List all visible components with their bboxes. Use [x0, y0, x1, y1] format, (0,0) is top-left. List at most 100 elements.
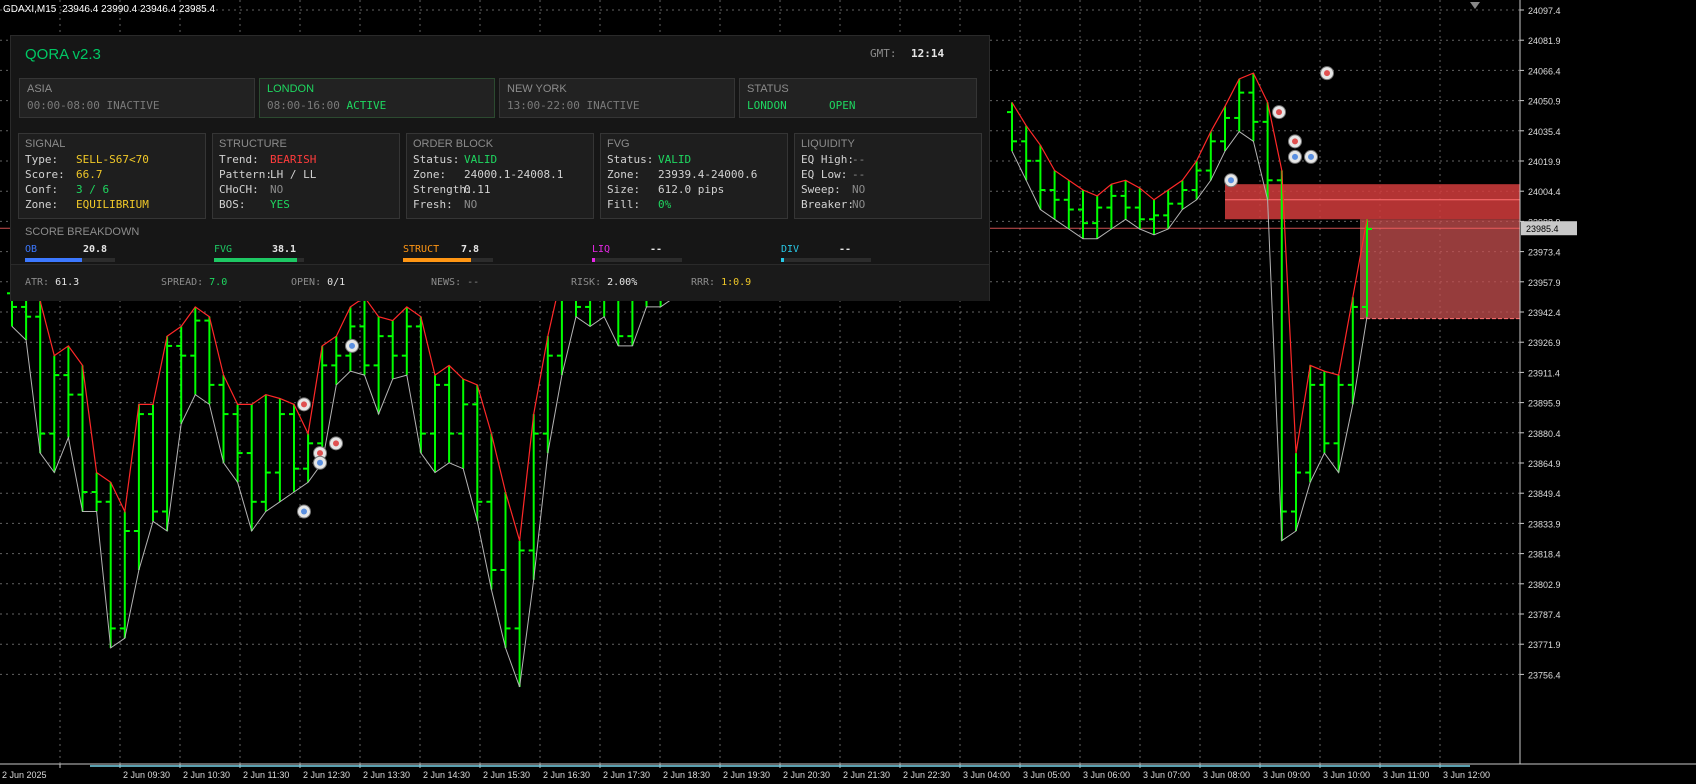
price-tick-label: 23802.9 — [1528, 580, 1561, 590]
ob-fresh-value: NO — [464, 198, 478, 211]
price-chart[interactable]: 24097.4 24081.9 24066.4 24050.9 24035.4 24019… — [0, 0, 1696, 784]
time-tick-label: 2 Jun 21:30 — [843, 770, 890, 780]
session-name: NEW YORK — [507, 83, 567, 95]
signal-box: SIGNAL Type: SELL-S67<70 Score: 66.7 Conf:… — [18, 133, 206, 219]
price-tick-label: 23957.9 — [1528, 278, 1561, 288]
eq-high-label: EQ High: — [801, 153, 854, 166]
price-tick-label: 23942.4 — [1528, 308, 1561, 318]
signal-zone-value: EQUILIBRIUM — [76, 198, 149, 211]
signal-score-label: Score: — [25, 168, 65, 181]
signal-marker-dot — [1324, 70, 1330, 77]
signal-marker-dot — [1228, 177, 1234, 184]
ohlc-label: 23946.4 23990.4 23946.4 23985.4 — [62, 4, 216, 15]
signal-marker-dot — [1292, 153, 1298, 160]
score-item-fill — [214, 258, 297, 262]
order-block-box: ORDER BLOCK Status: VALID Zone: 24000.1-24… — [406, 133, 594, 219]
session-time: 13:00-22:00 — [507, 99, 580, 112]
news-stat: NEWS: -- — [431, 277, 479, 288]
signal-marker-dot — [1292, 138, 1298, 145]
signal-marker-dot — [317, 459, 323, 466]
signal-marker-dot — [317, 450, 323, 457]
price-tick-label: 24081.9 — [1528, 36, 1561, 46]
score-item-track — [403, 258, 493, 262]
current-price-label: 23985.4 — [1526, 224, 1559, 234]
eq-high-value: -- — [852, 153, 866, 166]
rrr-stat: RRR: 1:0.9 — [691, 277, 751, 288]
price-tick-label: 23895.9 — [1528, 399, 1561, 409]
session-name: LONDON — [267, 83, 315, 95]
chart-title: GDAXI,M15 23946.4 23990.4 23946.4 23985.… — [3, 4, 218, 15]
fvg-box: FVG Status: VALID Zone: 23939.4-24000.6 Si… — [600, 133, 788, 219]
signal-zone-label: Zone: — [25, 198, 59, 211]
spread-label: SPREAD: — [161, 277, 204, 288]
time-tick-label: 2 Jun 19:30 — [723, 770, 770, 780]
order-block-title: ORDER BLOCK — [413, 138, 494, 150]
session-time: 08:00-16:00 — [267, 99, 340, 112]
score-item-struct: STRUCT 7.8 — [403, 244, 493, 264]
price-tick-label: 24035.4 — [1528, 127, 1561, 137]
breaker-value: NO — [852, 198, 866, 211]
session-status: INACTIVE — [586, 99, 640, 112]
bos-label: BOS: — [219, 198, 246, 211]
score-item-label: DIV — [781, 244, 800, 255]
ob-status-label: Status: — [413, 153, 460, 166]
score-item-div: DIV -- — [781, 244, 871, 264]
choch-value: NO — [270, 183, 284, 196]
price-tick-label: 23833.9 — [1528, 519, 1561, 529]
score-item-label: LIQ — [592, 244, 611, 255]
symbol-label: GDAXI,M15 — [3, 4, 57, 15]
open-stat: OPEN: 0/1 — [291, 277, 345, 288]
status-session: LONDON — [747, 99, 787, 112]
time-tick-label: 2 Jun 16:30 — [543, 770, 590, 780]
score-item-label: STRUCT — [403, 244, 440, 255]
session-london: LONDON 08:00-16:00 ACTIVE — [259, 78, 495, 118]
breaker-label: Breaker: — [801, 198, 854, 211]
score-item-value: 7.8 — [461, 244, 480, 255]
score-item-label: OB — [25, 244, 38, 255]
time-tick-label: 2 Jun 13:30 — [363, 770, 410, 780]
fvg-size-label: Size: — [607, 183, 641, 196]
sweep-value: NO — [852, 183, 866, 196]
fvg-zone-label: Zone: — [607, 168, 641, 181]
price-tick-label: 23973.4 — [1528, 248, 1561, 258]
time-tick-label: 3 Jun 08:00 — [1203, 770, 1250, 780]
time-tick-label: 2 Jun 09:30 — [123, 770, 170, 780]
time-tick-label: 2 Jun 22:30 — [903, 770, 950, 780]
open-label: OPEN: — [291, 277, 322, 288]
ob-status-value: VALID — [464, 153, 498, 166]
panel-footer: ATR: 61.3 SPREAD: 7.0 OPEN: 0/1 NEWS: -- RIS… — [11, 264, 989, 301]
price-tick-label: 23864.9 — [1528, 459, 1561, 469]
session-status: ACTIVE — [346, 99, 387, 112]
score-item-fill — [592, 258, 595, 262]
score-breakdown-title: SCORE BREAKDOWN — [25, 226, 140, 238]
time-tick-label: 2 Jun 14:30 — [423, 770, 470, 780]
chart-shift-marker-icon[interactable] — [1470, 2, 1480, 9]
signal-title: SIGNAL — [25, 138, 66, 150]
ob-zone-value: 24000.1-24008.1 — [464, 168, 564, 181]
gmt-label: GMT: — [870, 47, 897, 60]
score-item-value: 38.1 — [272, 244, 297, 255]
news-label: NEWS: — [431, 277, 462, 288]
panel-title: QORA v2.3 — [25, 46, 101, 63]
score-item-track — [25, 258, 115, 262]
price-tick-label: 23756.4 — [1528, 670, 1561, 680]
time-tick-label: 3 Jun 07:00 — [1143, 770, 1190, 780]
score-item-label: FVG — [214, 244, 233, 255]
bos-value: YES — [270, 198, 290, 211]
time-tick-label: 3 Jun 06:00 — [1083, 770, 1130, 780]
time-tick-label: 3 Jun 10:00 — [1323, 770, 1370, 780]
eq-low-value: -- — [852, 168, 866, 181]
eq-low-label: EQ Low: — [801, 168, 848, 181]
time-tick-label: 2 Jun 11:30 — [243, 770, 289, 780]
session-period-strip — [90, 765, 1470, 767]
news-value: -- — [467, 277, 480, 288]
ob-zone-label: Zone: — [413, 168, 447, 181]
session-new-york: NEW YORK 13:00-22:00 INACTIVE — [499, 78, 735, 118]
atr-value: 61.3 — [55, 277, 80, 288]
price-tick-label: 23818.4 — [1528, 550, 1561, 560]
fvg-status-label: Status: — [607, 153, 654, 166]
score-item-fill — [25, 258, 82, 262]
price-tick-label: 24066.4 — [1528, 66, 1561, 76]
fvg-fill-value: 0% — [658, 198, 672, 211]
signal-score-value: 66.7 — [76, 168, 103, 181]
